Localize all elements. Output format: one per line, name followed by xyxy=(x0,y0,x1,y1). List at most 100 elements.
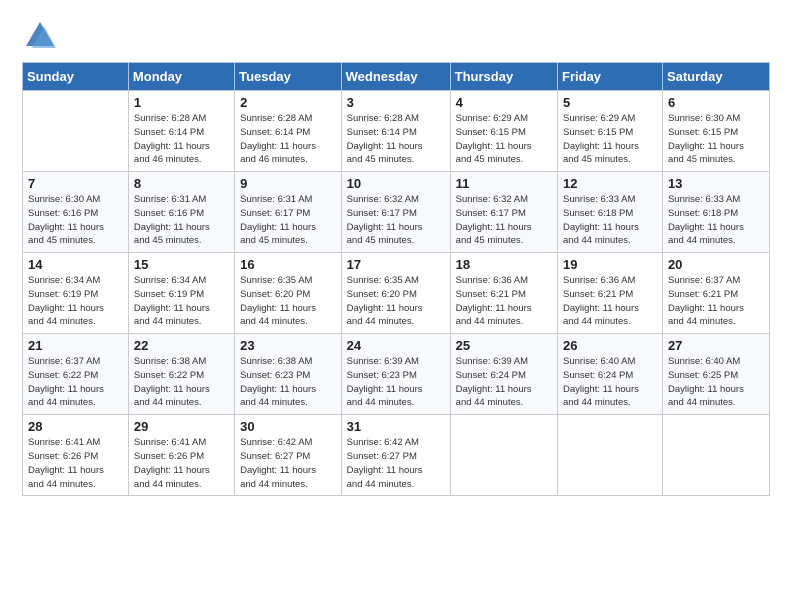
day-number: 2 xyxy=(240,95,336,110)
weekday-header-wednesday: Wednesday xyxy=(341,63,450,91)
day-info: Sunrise: 6:42 AM Sunset: 6:27 PM Dayligh… xyxy=(347,436,445,491)
weekday-header-friday: Friday xyxy=(558,63,663,91)
day-number: 7 xyxy=(28,176,123,191)
calendar-cell xyxy=(450,415,557,496)
day-info: Sunrise: 6:42 AM Sunset: 6:27 PM Dayligh… xyxy=(240,436,336,491)
weekday-header-thursday: Thursday xyxy=(450,63,557,91)
calendar-cell: 14 Sunrise: 6:34 AM Sunset: 6:19 PM Dayli… xyxy=(23,253,129,334)
day-info: Sunrise: 6:31 AM Sunset: 6:16 PM Dayligh… xyxy=(134,193,229,248)
calendar-cell: 20Sunrise: 6:37 AM Sunset: 6:21 PM Dayli… xyxy=(662,253,769,334)
logo xyxy=(22,18,60,54)
calendar-cell: 3 Sunrise: 6:28 AM Sunset: 6:14 PM Daylig… xyxy=(341,91,450,172)
day-number: 15 xyxy=(134,257,229,272)
day-number: 21 xyxy=(28,338,123,353)
day-info: Sunrise: 6:29 AM Sunset: 6:15 PM Dayligh… xyxy=(563,112,657,167)
calendar-cell: 22Sunrise: 6:38 AM Sunset: 6:22 PM Dayli… xyxy=(128,334,234,415)
calendar-cell: 6Sunrise: 6:30 AM Sunset: 6:15 PM Daylig… xyxy=(662,91,769,172)
day-number: 16 xyxy=(240,257,336,272)
day-number: 3 xyxy=(347,95,445,110)
day-info: Sunrise: 6:40 AM Sunset: 6:25 PM Dayligh… xyxy=(668,355,764,410)
calendar-table: SundayMondayTuesdayWednesdayThursdayFrid… xyxy=(22,62,770,496)
weekday-header-sunday: Sunday xyxy=(23,63,129,91)
day-number: 13 xyxy=(668,176,764,191)
week-row-1: 1 Sunrise: 6:28 AM Sunset: 6:14 PM Daylig… xyxy=(23,91,770,172)
page: SundayMondayTuesdayWednesdayThursdayFrid… xyxy=(0,0,792,612)
weekday-header-monday: Monday xyxy=(128,63,234,91)
day-info: Sunrise: 6:34 AM Sunset: 6:19 PM Dayligh… xyxy=(28,274,123,329)
day-number: 6 xyxy=(668,95,764,110)
weekday-header-tuesday: Tuesday xyxy=(235,63,342,91)
day-number: 26 xyxy=(563,338,657,353)
calendar-cell: 18 Sunrise: 6:36 AM Sunset: 6:21 PM Dayli… xyxy=(450,253,557,334)
day-number: 1 xyxy=(134,95,229,110)
calendar-cell: 24 Sunrise: 6:39 AM Sunset: 6:23 PM Dayli… xyxy=(341,334,450,415)
day-info: Sunrise: 6:28 AM Sunset: 6:14 PM Dayligh… xyxy=(134,112,229,167)
day-info: Sunrise: 6:28 AM Sunset: 6:14 PM Dayligh… xyxy=(347,112,445,167)
day-number: 17 xyxy=(347,257,445,272)
day-info: Sunrise: 6:34 AM Sunset: 6:19 PM Dayligh… xyxy=(134,274,229,329)
day-info: Sunrise: 6:30 AM Sunset: 6:16 PM Dayligh… xyxy=(28,193,123,248)
day-number: 9 xyxy=(240,176,336,191)
day-info: Sunrise: 6:28 AM Sunset: 6:14 PM Dayligh… xyxy=(240,112,336,167)
day-info: Sunrise: 6:38 AM Sunset: 6:22 PM Dayligh… xyxy=(134,355,229,410)
day-number: 25 xyxy=(456,338,552,353)
calendar-cell: 2 Sunrise: 6:28 AM Sunset: 6:14 PM Daylig… xyxy=(235,91,342,172)
day-info: Sunrise: 6:33 AM Sunset: 6:18 PM Dayligh… xyxy=(563,193,657,248)
day-info: Sunrise: 6:41 AM Sunset: 6:26 PM Dayligh… xyxy=(134,436,229,491)
day-number: 4 xyxy=(456,95,552,110)
day-info: Sunrise: 6:39 AM Sunset: 6:24 PM Dayligh… xyxy=(456,355,552,410)
day-number: 8 xyxy=(134,176,229,191)
day-number: 28 xyxy=(28,419,123,434)
week-row-5: 28 Sunrise: 6:41 AM Sunset: 6:26 PM Dayli… xyxy=(23,415,770,496)
day-number: 24 xyxy=(347,338,445,353)
day-info: Sunrise: 6:40 AM Sunset: 6:24 PM Dayligh… xyxy=(563,355,657,410)
day-number: 20 xyxy=(668,257,764,272)
day-number: 12 xyxy=(563,176,657,191)
calendar-cell xyxy=(558,415,663,496)
calendar-cell: 30 Sunrise: 6:42 AM Sunset: 6:27 PM Dayli… xyxy=(235,415,342,496)
calendar-cell: 13 Sunrise: 6:33 AM Sunset: 6:18 PM Dayli… xyxy=(662,172,769,253)
header xyxy=(22,18,770,54)
calendar-cell: 8 Sunrise: 6:31 AM Sunset: 6:16 PM Daylig… xyxy=(128,172,234,253)
day-info: Sunrise: 6:36 AM Sunset: 6:21 PM Dayligh… xyxy=(456,274,552,329)
calendar-cell: 9 Sunrise: 6:31 AM Sunset: 6:17 PM Daylig… xyxy=(235,172,342,253)
day-number: 27 xyxy=(668,338,764,353)
day-number: 14 xyxy=(28,257,123,272)
day-number: 31 xyxy=(347,419,445,434)
calendar-cell: 12 Sunrise: 6:33 AM Sunset: 6:18 PM Dayli… xyxy=(558,172,663,253)
day-info: Sunrise: 6:32 AM Sunset: 6:17 PM Dayligh… xyxy=(347,193,445,248)
calendar-cell: 4Sunrise: 6:29 AM Sunset: 6:15 PM Daylig… xyxy=(450,91,557,172)
calendar-cell: 27 Sunrise: 6:40 AM Sunset: 6:25 PM Dayli… xyxy=(662,334,769,415)
logo-icon xyxy=(22,18,58,54)
calendar-cell: 15 Sunrise: 6:34 AM Sunset: 6:19 PM Dayli… xyxy=(128,253,234,334)
day-number: 18 xyxy=(456,257,552,272)
day-number: 30 xyxy=(240,419,336,434)
day-number: 29 xyxy=(134,419,229,434)
week-row-2: 7 Sunrise: 6:30 AM Sunset: 6:16 PM Daylig… xyxy=(23,172,770,253)
day-info: Sunrise: 6:31 AM Sunset: 6:17 PM Dayligh… xyxy=(240,193,336,248)
day-info: Sunrise: 6:33 AM Sunset: 6:18 PM Dayligh… xyxy=(668,193,764,248)
week-row-4: 21 Sunrise: 6:37 AM Sunset: 6:22 PM Dayli… xyxy=(23,334,770,415)
day-info: Sunrise: 6:32 AM Sunset: 6:17 PM Dayligh… xyxy=(456,193,552,248)
calendar-cell: 17 Sunrise: 6:35 AM Sunset: 6:20 PM Dayli… xyxy=(341,253,450,334)
day-number: 5 xyxy=(563,95,657,110)
day-info: Sunrise: 6:37 AM Sunset: 6:22 PM Dayligh… xyxy=(28,355,123,410)
week-row-3: 14 Sunrise: 6:34 AM Sunset: 6:19 PM Dayli… xyxy=(23,253,770,334)
calendar-cell: 10 Sunrise: 6:32 AM Sunset: 6:17 PM Dayli… xyxy=(341,172,450,253)
day-info: Sunrise: 6:39 AM Sunset: 6:23 PM Dayligh… xyxy=(347,355,445,410)
day-info: Sunrise: 6:38 AM Sunset: 6:23 PM Dayligh… xyxy=(240,355,336,410)
day-info: Sunrise: 6:35 AM Sunset: 6:20 PM Dayligh… xyxy=(347,274,445,329)
weekday-header-row: SundayMondayTuesdayWednesdayThursdayFrid… xyxy=(23,63,770,91)
calendar-cell: 7 Sunrise: 6:30 AM Sunset: 6:16 PM Daylig… xyxy=(23,172,129,253)
day-info: Sunrise: 6:41 AM Sunset: 6:26 PM Dayligh… xyxy=(28,436,123,491)
day-info: Sunrise: 6:35 AM Sunset: 6:20 PM Dayligh… xyxy=(240,274,336,329)
calendar-cell xyxy=(662,415,769,496)
calendar-cell: 11 Sunrise: 6:32 AM Sunset: 6:17 PM Dayli… xyxy=(450,172,557,253)
calendar-cell: 21 Sunrise: 6:37 AM Sunset: 6:22 PM Dayli… xyxy=(23,334,129,415)
calendar-cell: 1 Sunrise: 6:28 AM Sunset: 6:14 PM Daylig… xyxy=(128,91,234,172)
calendar-cell: 16 Sunrise: 6:35 AM Sunset: 6:20 PM Dayli… xyxy=(235,253,342,334)
day-number: 10 xyxy=(347,176,445,191)
day-number: 11 xyxy=(456,176,552,191)
day-info: Sunrise: 6:36 AM Sunset: 6:21 PM Dayligh… xyxy=(563,274,657,329)
calendar-cell: 28 Sunrise: 6:41 AM Sunset: 6:26 PM Dayli… xyxy=(23,415,129,496)
